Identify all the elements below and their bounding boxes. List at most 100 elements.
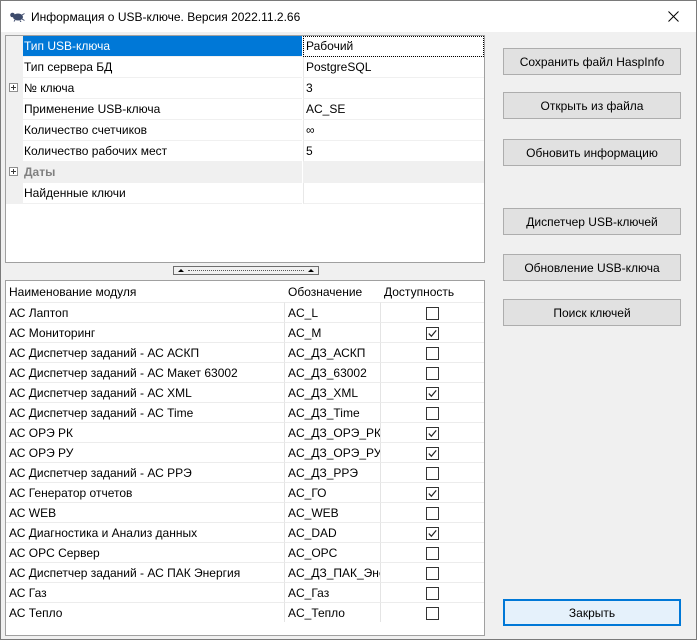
module-row[interactable]: АС Тепло AC_Тепло [6, 602, 484, 622]
open-from-file-button[interactable]: Открыть из файла [503, 92, 681, 119]
module-name: АС Тепло [6, 602, 285, 622]
module-name: АС Лаптоп [6, 302, 285, 322]
module-code: AC_Газ [285, 582, 381, 602]
property-value[interactable] [303, 183, 484, 204]
availability-checkbox[interactable] [426, 607, 439, 620]
module-code: AC_WEB [285, 502, 381, 522]
module-row[interactable]: АС ОРЭ РК AC_ДЗ_ОРЭ_РК [6, 422, 484, 442]
property-row[interactable]: Применение USB-ключа AC_SE [6, 99, 484, 120]
property-row-margin [6, 120, 23, 141]
availability-checkbox[interactable] [426, 307, 439, 320]
availability-checkbox-checked[interactable] [426, 447, 439, 460]
module-row[interactable]: АС ОРЭ РУ AC_ДЗ_ОРЭ_РУ [6, 442, 484, 462]
close-window-button[interactable] [650, 1, 696, 32]
module-row[interactable]: АС Диагностика и Анализ данных AC_DAD [6, 522, 484, 542]
availability-checkbox[interactable] [426, 367, 439, 380]
module-code: AC_ГО [285, 482, 381, 502]
module-row[interactable]: АС Диспетчер заданий - АС Time AC_ДЗ_Time [6, 402, 484, 422]
window-title: Информация о USB-ключе. Версия 2022.11.2… [31, 10, 301, 24]
splitter-grip [188, 270, 304, 271]
column-header-available[interactable]: Доступность [381, 282, 484, 302]
title-bar: Информация о USB-ключе. Версия 2022.11.2… [1, 1, 696, 32]
property-name: № ключа [23, 78, 302, 99]
property-value [303, 162, 484, 183]
module-row[interactable]: АС Газ AC_Газ [6, 582, 484, 602]
property-grid[interactable]: Тип USB-ключа Рабочий Тип сервера БД Postgr… [5, 35, 485, 263]
module-code: AC_ДЗ_XML [285, 382, 381, 402]
property-row-margin [6, 99, 23, 120]
module-name: АС Генератор отчетов [6, 482, 285, 502]
module-name: АС Мониторинг [6, 322, 285, 342]
availability-checkbox-checked[interactable] [426, 527, 439, 540]
module-row[interactable]: АС WEB AC_WEB [6, 502, 484, 522]
availability-checkbox[interactable] [426, 507, 439, 520]
expand-plus-icon[interactable] [9, 83, 18, 92]
module-availability-cell [381, 562, 484, 582]
module-availability-cell [381, 582, 484, 602]
property-category[interactable]: Даты [6, 162, 484, 183]
app-icon [9, 10, 25, 23]
property-row[interactable]: Количество рабочих мест 5 [6, 141, 484, 162]
module-availability-cell [381, 502, 484, 522]
module-availability-cell [381, 322, 484, 342]
availability-checkbox[interactable] [426, 567, 439, 580]
availability-checkbox-checked[interactable] [426, 427, 439, 440]
property-row-margin [6, 57, 23, 78]
availability-checkbox[interactable] [426, 467, 439, 480]
splitter-arrow-icon [308, 269, 314, 272]
module-row[interactable]: АС Мониторинг AC_M [6, 322, 484, 342]
update-usb-key-button[interactable]: Обновление USB-ключа [503, 254, 681, 281]
module-name: АС Диспетчер заданий - АС РРЭ [6, 462, 285, 482]
modules-list-header: Наименование модуля Обозначение Доступно… [6, 282, 484, 302]
module-row[interactable]: АС Диспетчер заданий - АС XML AC_ДЗ_XML [6, 382, 484, 402]
property-value[interactable]: Рабочий [303, 36, 484, 57]
property-name: Количество рабочих мест [23, 141, 302, 162]
save-hasp-info-button[interactable]: Сохранить файл HaspInfo [503, 48, 681, 75]
column-header-name[interactable]: Наименование модуля [6, 282, 285, 302]
module-row[interactable]: АС OPC Сервер AC_OPC [6, 542, 484, 562]
property-value[interactable]: 3 [303, 78, 484, 99]
availability-checkbox-checked[interactable] [426, 327, 439, 340]
module-row[interactable]: АС Лаптоп AC_L [6, 302, 484, 322]
module-row[interactable]: АС Диспетчер заданий - АС Макет 63002 AC_… [6, 362, 484, 382]
property-row[interactable]: Количество счетчиков ∞ [6, 120, 484, 141]
module-availability-cell [381, 602, 484, 622]
module-availability-cell [381, 302, 484, 322]
property-row-margin [6, 36, 23, 57]
property-value[interactable]: ∞ [303, 120, 484, 141]
property-name: Тип сервера БД [23, 57, 302, 78]
availability-checkbox[interactable] [426, 547, 439, 560]
availability-checkbox[interactable] [426, 407, 439, 420]
property-row[interactable]: Тип USB-ключа Рабочий [6, 36, 484, 57]
close-button[interactable]: Закрыть [503, 599, 681, 626]
module-name: АС Диспетчер заданий - АС Макет 63002 [6, 362, 285, 382]
module-availability-cell [381, 342, 484, 362]
module-row[interactable]: АС Генератор отчетов AC_ГО [6, 482, 484, 502]
property-row[interactable]: Найденные ключи [6, 183, 484, 204]
refresh-info-button[interactable]: Обновить информацию [503, 139, 681, 166]
availability-checkbox-checked[interactable] [426, 487, 439, 500]
availability-checkbox[interactable] [426, 347, 439, 360]
column-header-code[interactable]: Обозначение [285, 282, 381, 302]
property-name: Количество счетчиков [23, 120, 302, 141]
panel-splitter[interactable] [173, 266, 319, 275]
module-name: АС OPC Сервер [6, 542, 285, 562]
modules-list[interactable]: Наименование модуля Обозначение Доступно… [5, 280, 485, 636]
availability-checkbox-checked[interactable] [426, 387, 439, 400]
property-value[interactable]: PostgreSQL [303, 57, 484, 78]
property-row[interactable]: № ключа 3 [6, 78, 484, 99]
module-row[interactable]: АС Диспетчер заданий - АС ПАК Энергия AC_… [6, 562, 484, 582]
property-value[interactable]: 5 [303, 141, 484, 162]
property-row[interactable]: Тип сервера БД PostgreSQL [6, 57, 484, 78]
search-keys-button[interactable]: Поиск ключей [503, 299, 681, 326]
module-row[interactable]: АС Диспетчер заданий - АС РРЭ AC_ДЗ_РРЭ [6, 462, 484, 482]
expand-plus-icon[interactable] [9, 167, 18, 176]
availability-checkbox[interactable] [426, 587, 439, 600]
module-name: АС Диспетчер заданий - АС ПАК Энергия [6, 562, 285, 582]
property-name: Найденные ключи [23, 183, 302, 204]
module-availability-cell [381, 422, 484, 442]
property-value[interactable]: AC_SE [303, 99, 484, 120]
usb-key-manager-button[interactable]: Диспетчер USB-ключей [503, 208, 681, 235]
module-code: AC_ДЗ_ПАК_Эне [285, 562, 381, 582]
module-row[interactable]: АС Диспетчер заданий - АС АСКП AC_ДЗ_АСКП [6, 342, 484, 362]
